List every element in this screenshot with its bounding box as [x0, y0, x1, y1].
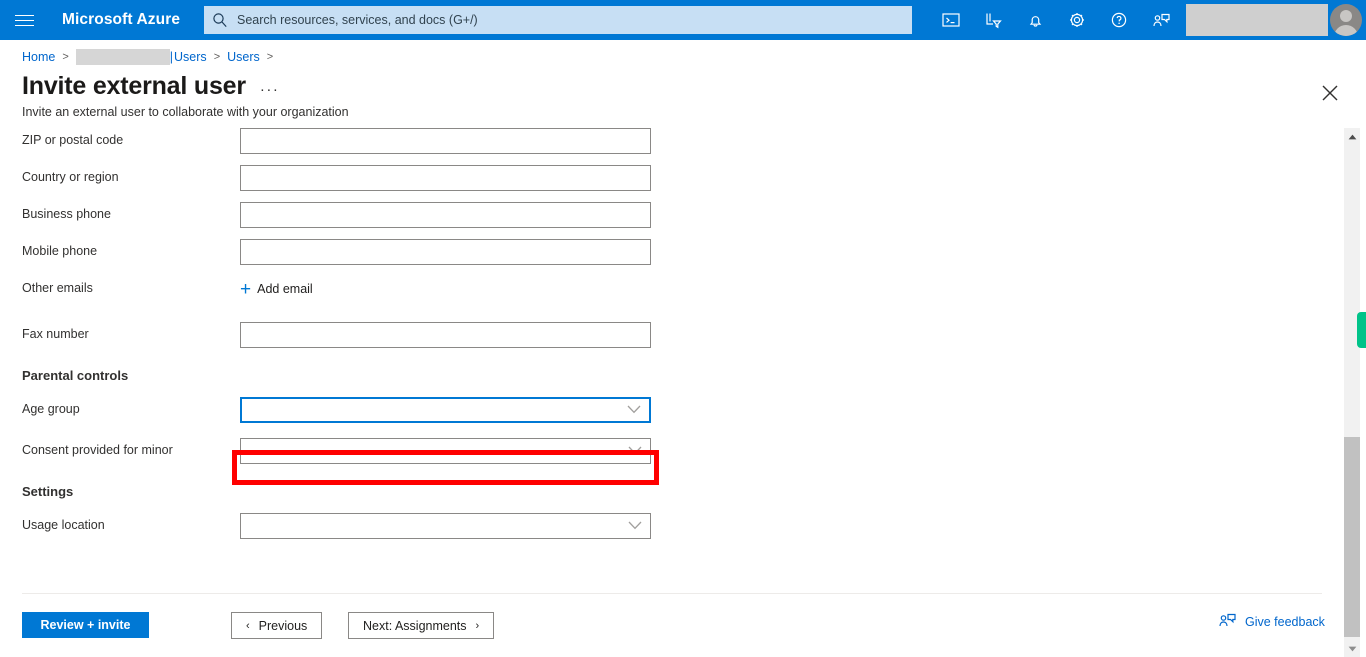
previous-button[interactable]: ‹ Previous [231, 612, 323, 639]
label-age-group: Age group [22, 402, 80, 416]
label-other-emails: Other emails [22, 281, 93, 295]
page-title-row: Invite external user ··· [0, 62, 1366, 101]
more-options-icon[interactable]: ··· [260, 81, 280, 98]
field-row-mobile-phone: Mobile phone [0, 239, 1344, 265]
business-phone-input[interactable] [240, 202, 651, 228]
field-row-age-group: Age group [0, 397, 1344, 423]
directory-filter-icon[interactable] [972, 0, 1014, 40]
next-label: Next: Assignments [363, 618, 467, 633]
label-mobile-phone: Mobile phone [22, 244, 98, 258]
field-row-fax-number: Fax number [0, 322, 1344, 348]
field-row-business-phone: Business phone [0, 202, 1344, 228]
zip-or-postal-code-input[interactable] [240, 128, 651, 154]
usage-location-value [241, 519, 248, 533]
breadcrumb-pipe: | [169, 50, 174, 64]
settings-gear-icon[interactable] [1056, 0, 1098, 40]
mobile-phone-input[interactable] [240, 239, 651, 265]
cloud-shell-icon[interactable] [930, 0, 972, 40]
account-info-redacted[interactable] [1186, 4, 1328, 36]
chevron-down-icon [627, 401, 641, 419]
label-zip-or-postal-code: ZIP or postal code [22, 133, 124, 147]
feedback-person-icon [1218, 612, 1237, 632]
breadcrumb-separator-2: > [213, 51, 221, 63]
usage-location-dropdown[interactable] [240, 513, 651, 539]
global-search-box[interactable] [204, 6, 912, 34]
chevron-down-icon [628, 517, 642, 535]
next-assignments-button[interactable]: Next: Assignments › [348, 612, 495, 639]
azure-top-navigation-bar: Microsoft Azure [0, 0, 1366, 40]
previous-label: Previous [258, 618, 308, 633]
field-row-other-emails: Other emails + Add email [0, 276, 1344, 302]
brand-title[interactable]: Microsoft Azure [62, 11, 180, 29]
breadcrumb-item-users-1[interactable]: Users [174, 50, 207, 64]
side-widget-tab[interactable] [1357, 312, 1366, 348]
label-business-phone: Business phone [22, 207, 111, 221]
give-feedback-link[interactable]: Give feedback [1218, 612, 1325, 632]
avatar-head [1340, 10, 1352, 22]
chevron-left-icon: ‹ [246, 619, 250, 632]
label-consent-provided-for-minor: Consent provided for minor [22, 443, 173, 457]
breadcrumb-item-users-2[interactable]: Users [227, 50, 260, 64]
help-question-icon[interactable] [1098, 0, 1140, 40]
label-usage-location: Usage location [22, 518, 105, 532]
avatar[interactable] [1330, 4, 1362, 36]
feedback-person-icon[interactable] [1140, 0, 1182, 40]
scroll-up-arrow-icon[interactable] [1344, 128, 1360, 145]
review-and-invite-button[interactable]: Review + invite [22, 612, 149, 638]
field-row-usage-location: Usage location [0, 513, 1344, 539]
add-email-button[interactable]: + Add email [240, 276, 313, 302]
field-row-consent-for-minor: Consent provided for minor [0, 438, 1344, 464]
fax-number-input[interactable] [240, 322, 651, 348]
add-email-label: Add email [257, 282, 313, 296]
breadcrumb-item-home[interactable]: Home [22, 50, 55, 64]
close-icon[interactable] [1319, 82, 1341, 104]
section-heading-settings: Settings [22, 484, 74, 499]
age-group-dropdown[interactable] [240, 397, 651, 423]
country-or-region-input[interactable] [240, 165, 651, 191]
wizard-footer: Review + invite ‹ Previous Next: Assignm… [0, 594, 1344, 657]
give-feedback-label: Give feedback [1245, 615, 1325, 629]
top-bar-icon-group [930, 0, 1182, 40]
consent-provided-for-minor-dropdown[interactable] [240, 438, 651, 464]
field-row-zip: ZIP or postal code [0, 128, 1344, 154]
search-input[interactable] [235, 12, 904, 28]
search-icon [212, 12, 228, 28]
invite-external-user-form: ZIP or postal code Country or region Bus… [0, 128, 1344, 593]
breadcrumb: Home > | Users > Users > [0, 40, 1366, 65]
page-title: Invite external user [22, 72, 246, 100]
plus-icon: + [240, 278, 252, 300]
breadcrumb-separator: > [62, 51, 69, 63]
scrollbar-thumb[interactable] [1344, 437, 1360, 637]
scroll-down-arrow-icon[interactable] [1344, 640, 1360, 657]
breadcrumb-item-redacted[interactable] [75, 49, 170, 65]
field-row-country: Country or region [0, 165, 1344, 191]
avatar-body [1334, 25, 1358, 36]
age-group-value [242, 404, 249, 418]
label-fax-number: Fax number [22, 327, 89, 341]
vertical-scrollbar[interactable] [1344, 128, 1360, 657]
chevron-down-icon [628, 442, 642, 460]
consent-value [241, 444, 248, 458]
notifications-bell-icon[interactable] [1014, 0, 1056, 40]
section-heading-parental-controls: Parental controls [22, 368, 129, 383]
chevron-right-icon: › [475, 619, 480, 632]
breadcrumb-separator-3: > [266, 51, 274, 63]
label-country-or-region: Country or region [22, 170, 119, 184]
page-subtitle: Invite an external user to collaborate w… [22, 105, 349, 119]
hamburger-icon[interactable] [0, 0, 48, 40]
